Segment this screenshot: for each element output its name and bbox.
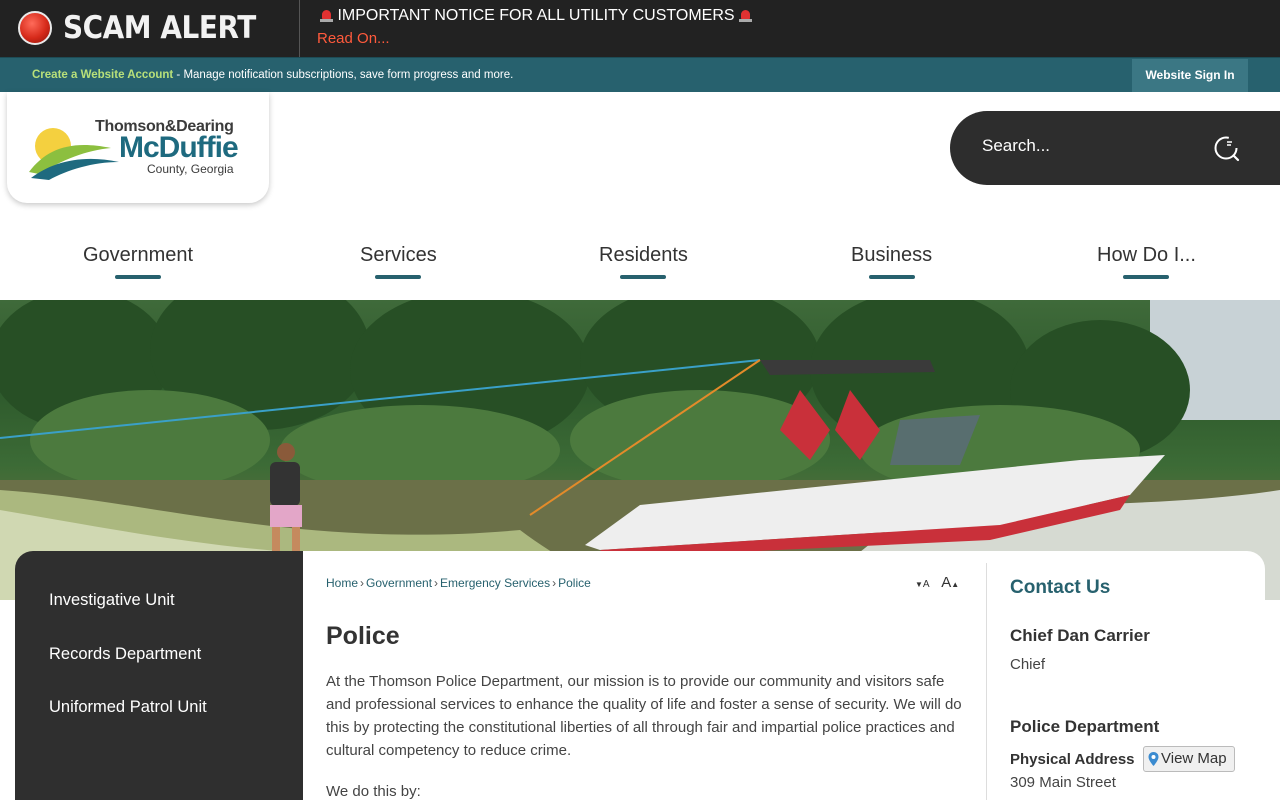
nav-underline: [1123, 275, 1170, 279]
view-map-label: View Map: [1161, 750, 1227, 767]
breadcrumb-separator: ›: [552, 576, 557, 590]
contact-name: Chief Dan Carrier: [1010, 626, 1150, 645]
breadcrumb-government[interactable]: Government: [366, 576, 432, 590]
address-street: 309 Main Street: [1010, 774, 1116, 791]
contact-role: Chief: [1010, 656, 1046, 673]
search-icon[interactable]: [1212, 134, 1242, 164]
breadcrumb-separator: ›: [434, 576, 439, 590]
nav-underline: [375, 275, 422, 279]
logo-line-3: County, Georgia: [147, 162, 234, 176]
department-name: Police Department: [1010, 717, 1160, 736]
nav-item-how-do-i[interactable]: How Do I...: [1097, 244, 1196, 279]
site-logo[interactable]: Thomson&Dearing McDuffie County, Georgia: [7, 92, 269, 203]
map-pin-icon: [1148, 752, 1159, 766]
siren-icon: [320, 8, 333, 22]
decrease-font-label: A: [922, 579, 930, 590]
breadcrumb-home[interactable]: Home: [326, 576, 358, 590]
breadcrumb-separator: ›: [360, 576, 365, 590]
nav-item-business[interactable]: Business: [851, 244, 932, 279]
scam-alert-badge: SCAM ALERT: [0, 0, 300, 57]
nav-item-government[interactable]: Government: [83, 244, 193, 279]
nav-item-residents[interactable]: Residents: [599, 244, 688, 279]
scam-alert-title: SCAM ALERT: [63, 10, 256, 46]
logo-line-2: McDuffie: [119, 131, 239, 164]
nav-item-label: Government: [83, 244, 194, 266]
nav-item-services[interactable]: Services: [360, 244, 437, 279]
sidebar-item-uniformed-patrol-unit[interactable]: Uniformed Patrol Unit: [49, 698, 207, 717]
column-divider: [986, 563, 987, 800]
nav-item-label: Services: [360, 244, 437, 266]
nav-item-label: Business: [851, 244, 933, 266]
alert-read-on-link[interactable]: Read On...: [317, 30, 390, 47]
nav-item-label: Residents: [599, 244, 688, 266]
font-size-controls: ▼A A▲: [915, 574, 959, 591]
breadcrumb-emergency-services[interactable]: Emergency Services: [440, 576, 550, 590]
main-content: Home › Government › Emergency Services › Polic…: [303, 551, 1265, 800]
decrease-font-button[interactable]: ▼A: [915, 575, 930, 590]
page-body-text: At the Thomson Police Department, our mi…: [326, 673, 962, 759]
physical-address-label: Physical Address: [1010, 751, 1135, 768]
alert-message: IMPORTANT NOTICE FOR ALL UTILITY CUSTOME…: [320, 7, 753, 25]
breadcrumb-police[interactable]: Police: [558, 576, 591, 590]
scam-alert-bar: SCAM ALERT IMPORTANT NOTICE FOR ALL UTIL…: [0, 0, 1280, 57]
contact-heading: Contact Us: [1010, 577, 1111, 598]
breadcrumb: Home › Government › Emergency Services › Polic…: [326, 576, 591, 590]
page-title: Police: [326, 622, 400, 650]
caret-up-icon: ▲: [951, 580, 960, 589]
increase-font-button[interactable]: A▲: [941, 574, 960, 591]
account-text: Create a Website Account - Manage notifi…: [32, 69, 513, 81]
caret-down-icon: ▼: [915, 580, 923, 589]
page-body-text-2: We do this by:: [326, 783, 421, 800]
nav-underline: [115, 275, 162, 279]
nav-underline: [868, 275, 915, 279]
account-description: - Manage notification subscriptions, sav…: [173, 69, 514, 81]
nav-underline: [620, 275, 667, 279]
view-map-button[interactable]: View Map: [1143, 746, 1235, 772]
website-sign-in-button[interactable]: Website Sign In: [1132, 59, 1248, 92]
nav-item-label: How Do I...: [1097, 244, 1196, 266]
siren-icon: [739, 8, 753, 22]
search-box: [950, 111, 1280, 185]
alert-light-icon: [18, 11, 52, 45]
main-nav: Government Services Residents Business H…: [0, 240, 1280, 300]
create-account-link[interactable]: Create a Website Account: [32, 69, 173, 81]
alert-message-text: IMPORTANT NOTICE FOR ALL UTILITY CUSTOME…: [337, 7, 735, 24]
sidebar-item-investigative-unit[interactable]: Investigative Unit: [49, 591, 175, 610]
section-sidebar: Investigative Unit Records Department Un…: [15, 551, 303, 800]
search-input[interactable]: [982, 136, 1202, 156]
increase-font-label: A: [941, 574, 952, 591]
sidebar-item-records-department[interactable]: Records Department: [49, 645, 201, 664]
account-bar: Create a Website Account - Manage notifi…: [0, 57, 1280, 92]
